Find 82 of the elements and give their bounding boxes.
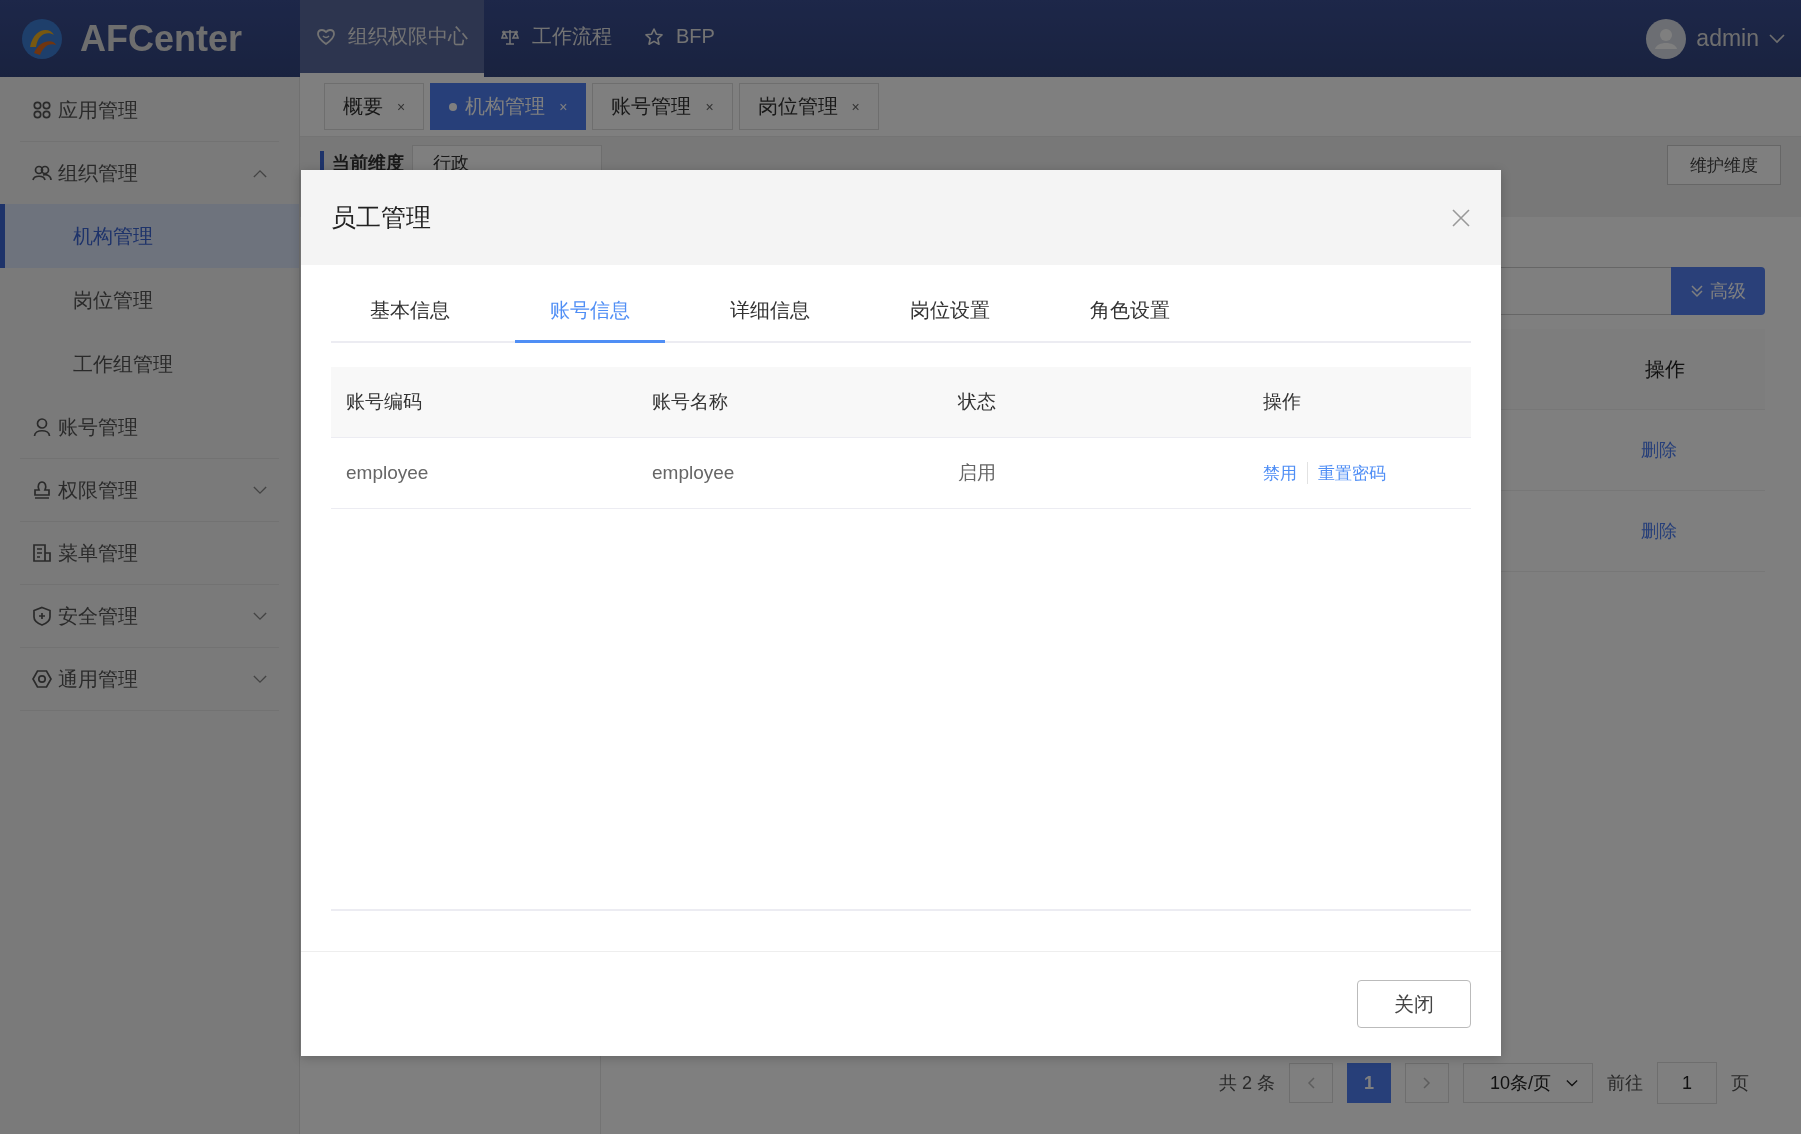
chevron-down-icon[interactable]: [1769, 33, 1785, 44]
prev-page-button[interactable]: [1289, 1063, 1333, 1103]
sidebar-icon: [32, 606, 52, 626]
page-suffix: 页: [1731, 1072, 1749, 1095]
dialog-title: 员工管理: [331, 202, 431, 233]
dialog-tab[interactable]: 角色设置: [1055, 281, 1205, 343]
star-icon: [644, 26, 664, 47]
page-number[interactable]: 1: [1347, 1063, 1391, 1103]
delete-link[interactable]: 删除: [1641, 438, 1677, 462]
page-tab[interactable]: 机构管理 ×: [430, 83, 587, 130]
table-cell-text: 启用: [958, 461, 997, 485]
chevron-icon[interactable]: [253, 611, 267, 621]
sidebar-icon: [32, 480, 52, 500]
dialog-tab[interactable]: 账号信息: [515, 281, 665, 343]
goto-label: 前往: [1607, 1072, 1643, 1095]
sidebar-item[interactable]: 账号管理: [20, 396, 279, 459]
close-button[interactable]: 关闭: [1357, 980, 1471, 1028]
maintain-dimension-button[interactable]: 维护维度: [1667, 145, 1781, 185]
sidebar-item-label: 权限管理: [58, 477, 139, 503]
page-tab[interactable]: 岗位管理 ×: [738, 83, 879, 130]
table-header: 账号名称: [652, 390, 729, 414]
double-chevron-down-icon: [1690, 284, 1704, 298]
tab-close-button[interactable]: ×: [705, 98, 714, 115]
dialog-tab[interactable]: 基本信息: [335, 281, 485, 343]
sidebar-item-label: 组织管理: [58, 160, 139, 186]
sidebar-item-label: 通用管理: [58, 666, 139, 692]
table-header: 账号编码: [346, 390, 423, 414]
page-tab[interactable]: 账号管理 ×: [592, 83, 733, 130]
page-tab[interactable]: 概要 ×: [324, 83, 425, 130]
delete-link[interactable]: 删除: [1641, 519, 1677, 543]
tab-close-button[interactable]: ×: [559, 98, 568, 115]
sidebar-item-label: 应用管理: [58, 97, 139, 123]
sidebar-subitem[interactable]: 工作组管理: [0, 332, 299, 396]
logo-icon: [20, 16, 64, 61]
goto-page-field[interactable]: 1: [1657, 1062, 1717, 1104]
page-size-select[interactable]: 10条/页: [1463, 1063, 1593, 1103]
sidebar-item-label: 菜单管理: [58, 540, 139, 566]
table-cell-text: employee: [652, 462, 736, 484]
sidebar-icon: [32, 100, 52, 120]
tab-close-button[interactable]: ×: [851, 98, 860, 115]
chevron-icon[interactable]: [253, 168, 267, 178]
close-icon[interactable]: [1451, 207, 1471, 228]
page-size-value: 10条/页: [1490, 1072, 1552, 1095]
user-name[interactable]: admin: [1696, 25, 1759, 52]
heart-icon: [316, 26, 336, 47]
total-count: 共 2 条: [1219, 1072, 1275, 1095]
sidebar-subitem[interactable]: 岗位管理: [0, 268, 299, 332]
sidebar-item-label: 安全管理: [58, 603, 139, 629]
top-nav-item[interactable]: 工作流程: [484, 0, 628, 77]
active-dot-icon: [449, 102, 458, 111]
sidebar-item-label: 账号管理: [58, 414, 139, 440]
dialog-tab[interactable]: 详细信息: [695, 281, 845, 343]
action-link[interactable]: 禁用: [1263, 461, 1297, 485]
sidebar-item[interactable]: 应用管理: [20, 79, 279, 142]
chevron-right-icon: [1423, 1077, 1431, 1089]
dialog-tab[interactable]: 岗位设置: [875, 281, 1025, 343]
table-cell-text: employee: [346, 462, 430, 484]
sidebar-icon: [32, 417, 52, 437]
chevron-left-icon: [1307, 1077, 1315, 1089]
top-nav-item[interactable]: 组织权限中心: [300, 0, 484, 77]
chevron-icon[interactable]: [253, 674, 267, 684]
top-nav-item[interactable]: BFP: [628, 0, 731, 77]
avatar-icon[interactable]: [1646, 18, 1687, 59]
sidebar-item[interactable]: 组织管理: [20, 142, 279, 204]
tab-close-button[interactable]: ×: [397, 98, 406, 115]
chevron-icon[interactable]: [253, 485, 267, 495]
app-logo-text: AFCenter: [80, 17, 243, 60]
table-header: 状态: [958, 390, 997, 414]
advanced-button[interactable]: 高级: [1671, 267, 1765, 315]
chevron-down-icon: [1566, 1079, 1578, 1087]
sidebar-item[interactable]: 菜单管理: [20, 522, 279, 585]
sidebar-icon: [32, 163, 52, 183]
table-header: 操作: [1645, 356, 1685, 382]
sidebar-item[interactable]: 通用管理: [20, 648, 279, 711]
sidebar-subitem[interactable]: 机构管理: [0, 204, 299, 268]
table-header: 操作: [1263, 390, 1302, 414]
next-page-button[interactable]: [1405, 1063, 1449, 1103]
sidebar-item[interactable]: 安全管理: [20, 585, 279, 648]
sidebar-icon: [32, 543, 52, 563]
sidebar-icon: [32, 669, 52, 689]
sidebar-item[interactable]: 权限管理: [20, 459, 279, 522]
action-link[interactable]: 重置密码: [1318, 461, 1386, 485]
